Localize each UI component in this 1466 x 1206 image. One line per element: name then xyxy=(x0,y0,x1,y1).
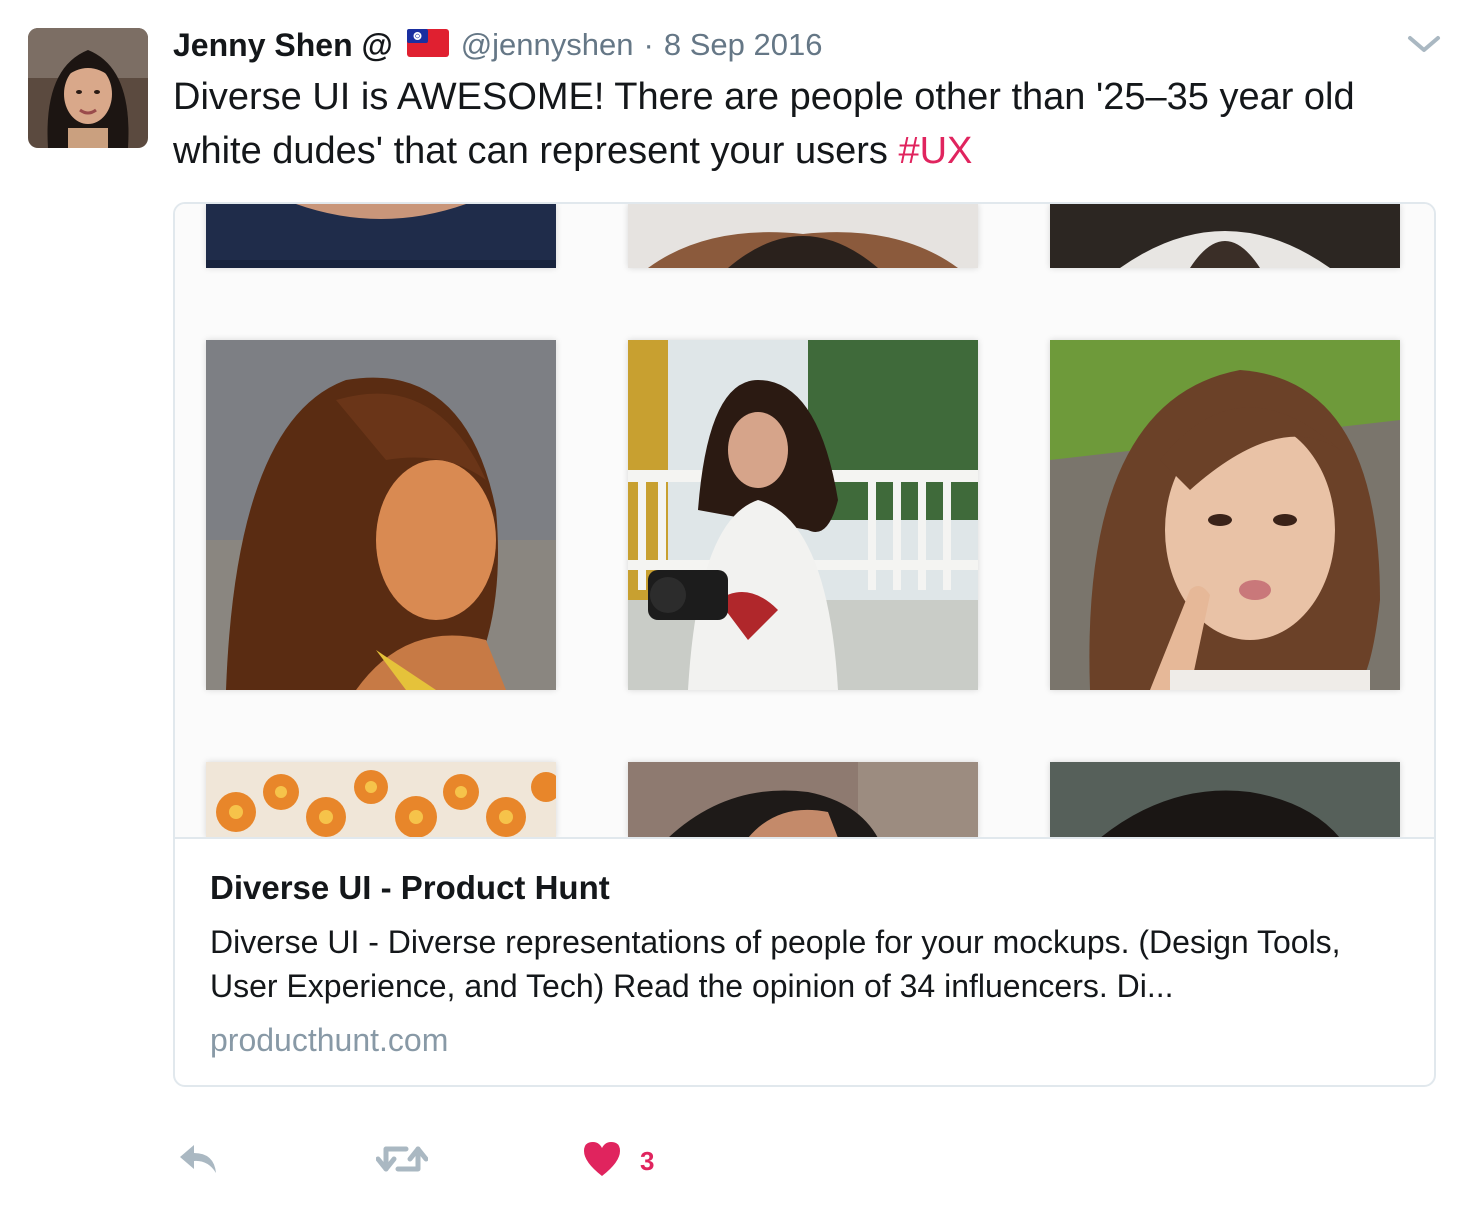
card-title[interactable]: Diverse UI - Product Hunt xyxy=(210,866,1400,910)
card-divider xyxy=(175,837,1434,839)
author-avatar[interactable] xyxy=(28,28,148,148)
reply-icon xyxy=(176,1141,220,1182)
link-card[interactable]: Diverse UI - Product Hunt Diverse UI - D… xyxy=(173,202,1436,1087)
taiwan-flag-icon xyxy=(406,29,449,57)
card-body[interactable]: Diverse UI - Product Hunt Diverse UI - D… xyxy=(210,866,1400,1062)
card-photo xyxy=(206,762,556,838)
card-photo xyxy=(1050,340,1400,690)
hashtag-link[interactable]: #UX xyxy=(898,130,972,172)
header-separator: · xyxy=(643,27,654,62)
tweet-header: Jenny Shen @ @jennyshen · 8 Sep 2016 xyxy=(173,24,822,66)
retweet-button[interactable] xyxy=(375,1135,429,1187)
tweet-body: Diverse UI is AWESOME! There are people … xyxy=(173,76,1355,172)
card-photo xyxy=(1050,204,1400,268)
heart-icon xyxy=(582,1140,622,1183)
card-description: Diverse UI - Diverse representations of … xyxy=(210,924,1341,1004)
card-photo xyxy=(628,762,978,838)
like-count: 3 xyxy=(640,1145,655,1176)
tweet-text: Diverse UI is AWESOME! There are people … xyxy=(173,70,1443,178)
reply-button[interactable] xyxy=(176,1135,220,1187)
card-photo xyxy=(628,340,978,690)
card-image xyxy=(175,204,1434,838)
author-handle[interactable]: @jennyshen xyxy=(461,27,634,63)
chevron-down-icon[interactable] xyxy=(1404,28,1444,58)
author-name[interactable]: Jenny Shen @ xyxy=(173,27,393,64)
like-button[interactable]: 3 xyxy=(582,1135,654,1187)
card-photo xyxy=(206,340,556,690)
card-photo xyxy=(628,204,978,268)
card-photo xyxy=(206,204,556,268)
tweet-actions: 3 xyxy=(176,1135,776,1187)
tweet-date[interactable]: 8 Sep 2016 xyxy=(664,27,823,63)
card-photo xyxy=(1050,762,1400,838)
retweet-icon xyxy=(375,1141,429,1182)
card-domain: producthunt.com xyxy=(210,1022,449,1058)
